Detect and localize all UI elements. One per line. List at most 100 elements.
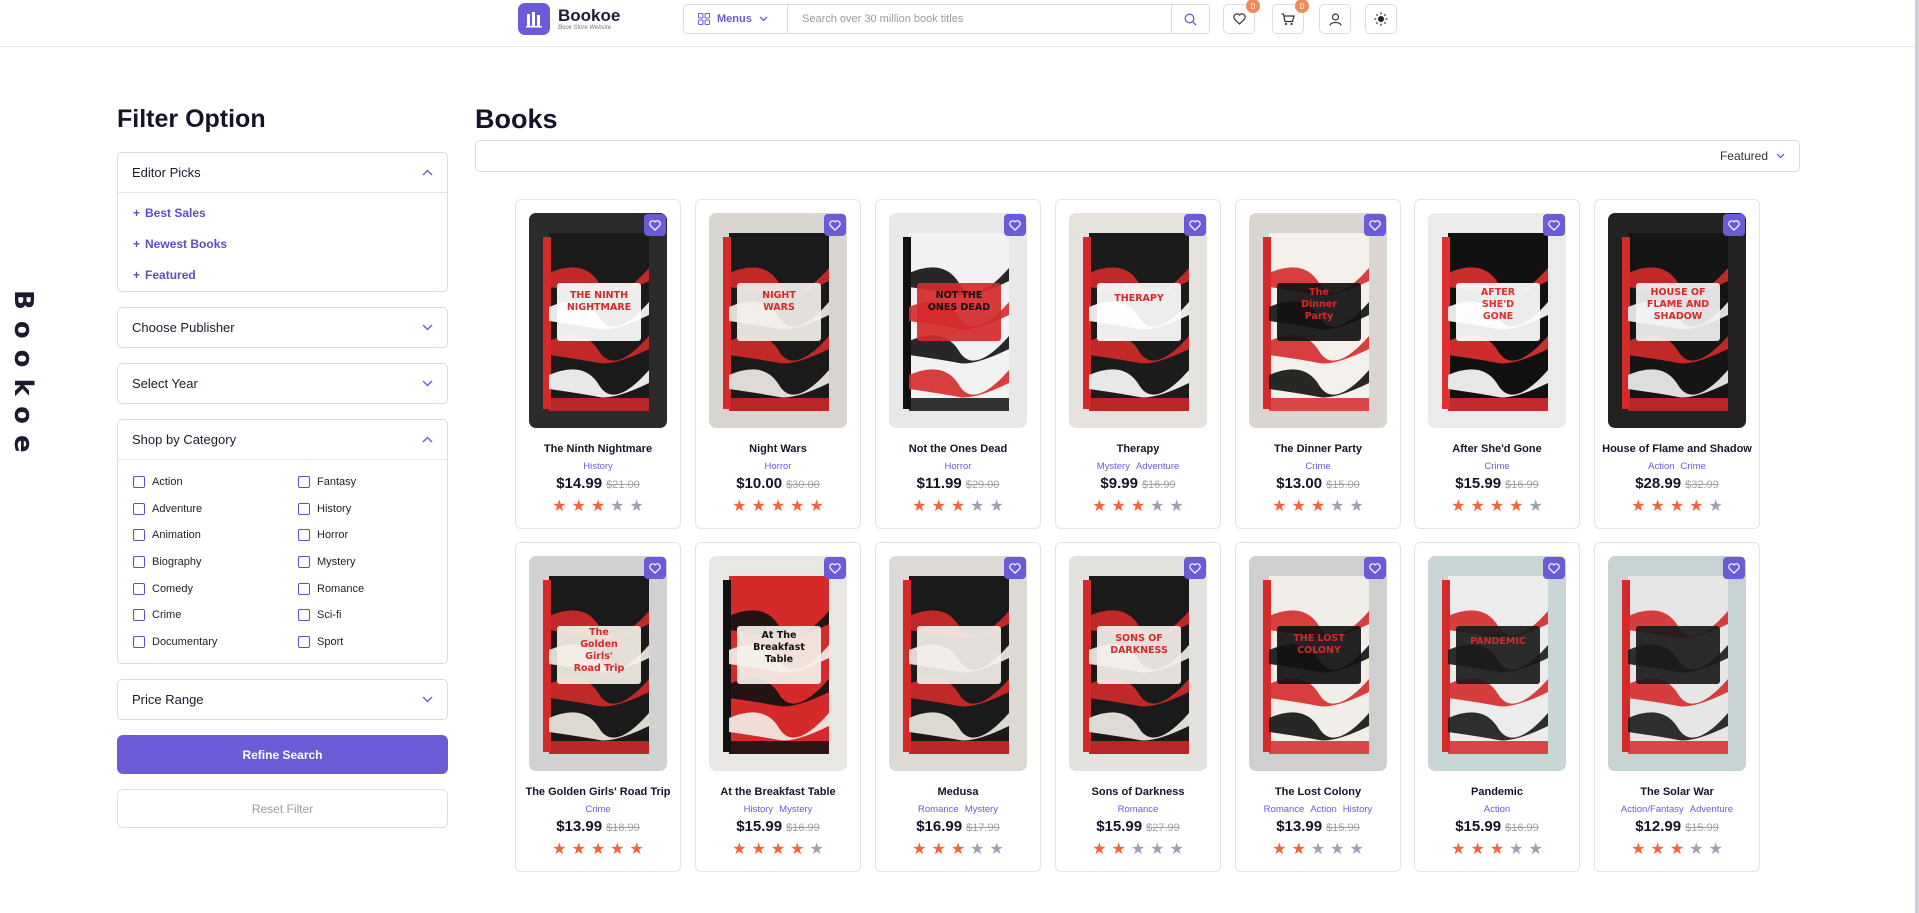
- book-card[interactable]: The Golden Girls' Road Trip The Golden Girls…: [515, 542, 681, 872]
- book-card[interactable]: AFTER SHE'D GONE After She'd Gone Crime $15.9…: [1414, 199, 1580, 529]
- book-cover[interactable]: NOT THE ONES DEAD: [889, 213, 1027, 428]
- book-cover[interactable]: At The Breakfast Table: [709, 556, 847, 771]
- genre-link[interactable]: History: [744, 804, 774, 815]
- book-card[interactable]: HOUSE OF FLAME AND SHADOW House of Flame an…: [1594, 199, 1760, 529]
- editor-picks-header[interactable]: Editor Picks: [118, 153, 447, 192]
- book-title[interactable]: The Dinner Party: [1236, 443, 1400, 455]
- add-to-wishlist-button[interactable]: [1184, 557, 1206, 579]
- book-title[interactable]: The Lost Colony: [1236, 786, 1400, 798]
- book-title[interactable]: Pandemic: [1415, 786, 1579, 798]
- editor-pick-best-sales[interactable]: + Best Sales: [118, 197, 447, 228]
- genre-link[interactable]: Adventure: [1136, 461, 1179, 472]
- add-to-wishlist-button[interactable]: [644, 557, 666, 579]
- genre-link[interactable]: Horror: [765, 461, 792, 472]
- category-checkbox[interactable]: Sport: [298, 629, 448, 656]
- add-to-wishlist-button[interactable]: [1723, 557, 1745, 579]
- book-card[interactable]: SONS OF DARKNESS Sons of Darkness Romance $1…: [1055, 542, 1221, 872]
- checkbox-square[interactable]: [133, 582, 145, 595]
- book-cover[interactable]: The Golden Girls' Road Trip: [529, 556, 667, 771]
- category-checkbox[interactable]: Comedy: [133, 575, 298, 602]
- reset-filter-button[interactable]: Reset Filter: [117, 789, 448, 828]
- add-to-wishlist-button[interactable]: [1723, 214, 1745, 236]
- checkbox-square[interactable]: [133, 556, 145, 569]
- genre-link[interactable]: History: [583, 461, 613, 472]
- category-checkbox[interactable]: Horror: [298, 522, 448, 549]
- category-checkbox[interactable]: Adventure: [133, 496, 298, 523]
- book-title[interactable]: At the Breakfast Table: [696, 786, 860, 798]
- category-checkbox[interactable]: Romance: [298, 575, 448, 602]
- genre-link[interactable]: Romance: [1264, 804, 1305, 815]
- category-checkbox[interactable]: Mystery: [298, 549, 448, 576]
- book-title[interactable]: After She'd Gone: [1415, 443, 1579, 455]
- category-checkbox[interactable]: Action: [133, 469, 298, 496]
- genre-link[interactable]: Action: [1310, 804, 1336, 815]
- category-checkbox[interactable]: Fantasy: [298, 469, 448, 496]
- checkbox-square[interactable]: [298, 609, 310, 622]
- category-checkbox[interactable]: Animation: [133, 522, 298, 549]
- checkbox-square[interactable]: [133, 476, 145, 489]
- book-card[interactable]: THE LOST COLONY The Lost Colony Romance Acti…: [1235, 542, 1401, 872]
- genre-link[interactable]: Action: [1484, 804, 1510, 815]
- book-cover[interactable]: HOUSE OF FLAME AND SHADOW: [1608, 213, 1746, 428]
- logo[interactable]: Bookoe Book Store Website: [518, 3, 620, 35]
- book-title[interactable]: The Ninth Nightmare: [516, 443, 680, 455]
- checkbox-square[interactable]: [133, 529, 145, 542]
- book-title[interactable]: House of Flame and Shadow: [1595, 443, 1759, 455]
- price-range-panel[interactable]: Price Range: [117, 679, 448, 720]
- checkbox-square[interactable]: [133, 635, 145, 648]
- category-header[interactable]: Shop by Category: [118, 420, 447, 459]
- category-checkbox[interactable]: History: [298, 496, 448, 523]
- checkbox-square[interactable]: [133, 609, 145, 622]
- book-title[interactable]: The Golden Girls' Road Trip: [516, 786, 680, 798]
- book-card[interactable]: THE NINTH NIGHTMARE The Ninth Nightmare His…: [515, 199, 681, 529]
- genre-link[interactable]: Mystery: [779, 804, 812, 815]
- editor-pick-newest-books[interactable]: + Newest Books: [118, 228, 447, 259]
- book-title[interactable]: Night Wars: [696, 443, 860, 455]
- genre-link[interactable]: History: [1343, 804, 1373, 815]
- checkbox-square[interactable]: [298, 476, 310, 489]
- add-to-wishlist-button[interactable]: [824, 557, 846, 579]
- book-title[interactable]: The Solar War: [1595, 786, 1759, 798]
- refine-search-button[interactable]: Refine Search: [117, 735, 448, 774]
- scrollbar[interactable]: [1915, 0, 1919, 913]
- search-button[interactable]: [1171, 5, 1209, 33]
- book-cover[interactable]: THERAPY: [1069, 213, 1207, 428]
- book-card[interactable]: The Solar War Action/Fantasy Adventure $12.…: [1594, 542, 1760, 872]
- book-card[interactable]: NIGHT WARS Night Wars Horror $10.00 $30.00 ★ ★ ★…: [695, 199, 861, 529]
- checkbox-square[interactable]: [298, 529, 310, 542]
- book-cover[interactable]: THE NINTH NIGHTMARE: [529, 213, 667, 428]
- genre-link[interactable]: Horror: [945, 461, 972, 472]
- add-to-wishlist-button[interactable]: [1364, 557, 1386, 579]
- book-title[interactable]: Medusa: [876, 786, 1040, 798]
- editor-pick-featured[interactable]: + Featured: [118, 259, 447, 290]
- book-card[interactable]: PANDEMIC Pandemic Action $15.99 $16.99 ★ ★ ★ ★ ★: [1414, 542, 1580, 872]
- search-input[interactable]: [788, 5, 1171, 33]
- book-cover[interactable]: [889, 556, 1027, 771]
- book-cover[interactable]: SONS OF DARKNESS: [1069, 556, 1207, 771]
- book-card[interactable]: At The Breakfast Table At the Breakfast Tab…: [695, 542, 861, 872]
- checkbox-square[interactable]: [298, 556, 310, 569]
- book-card[interactable]: NOT THE ONES DEAD Not the Ones Dead Horror $…: [875, 199, 1041, 529]
- book-cover[interactable]: The Dinner Party: [1249, 213, 1387, 428]
- year-panel[interactable]: Select Year: [117, 363, 448, 404]
- account-button[interactable]: [1319, 4, 1351, 34]
- book-card[interactable]: The Dinner Party The Dinner Party Crime $13.0…: [1235, 199, 1401, 529]
- theme-toggle-button[interactable]: [1365, 4, 1397, 34]
- genre-link[interactable]: Mystery: [965, 804, 998, 815]
- add-to-wishlist-button[interactable]: [1004, 214, 1026, 236]
- book-title[interactable]: Sons of Darkness: [1056, 786, 1220, 798]
- genre-link[interactable]: Romance: [918, 804, 959, 815]
- genre-link[interactable]: Action/Fantasy: [1621, 804, 1684, 815]
- book-cover[interactable]: PANDEMIC: [1428, 556, 1566, 771]
- genre-link[interactable]: Crime: [1484, 461, 1509, 472]
- sort-dropdown[interactable]: Featured: [1720, 141, 1785, 171]
- category-checkbox[interactable]: Biography: [133, 549, 298, 576]
- genre-link[interactable]: Action: [1648, 461, 1674, 472]
- book-cover[interactable]: AFTER SHE'D GONE: [1428, 213, 1566, 428]
- category-checkbox[interactable]: Crime: [133, 602, 298, 629]
- genre-link[interactable]: Crime: [585, 804, 610, 815]
- genre-link[interactable]: Adventure: [1690, 804, 1733, 815]
- add-to-wishlist-button[interactable]: [1004, 557, 1026, 579]
- add-to-wishlist-button[interactable]: [1364, 214, 1386, 236]
- category-checkbox[interactable]: Sci-fi: [298, 602, 448, 629]
